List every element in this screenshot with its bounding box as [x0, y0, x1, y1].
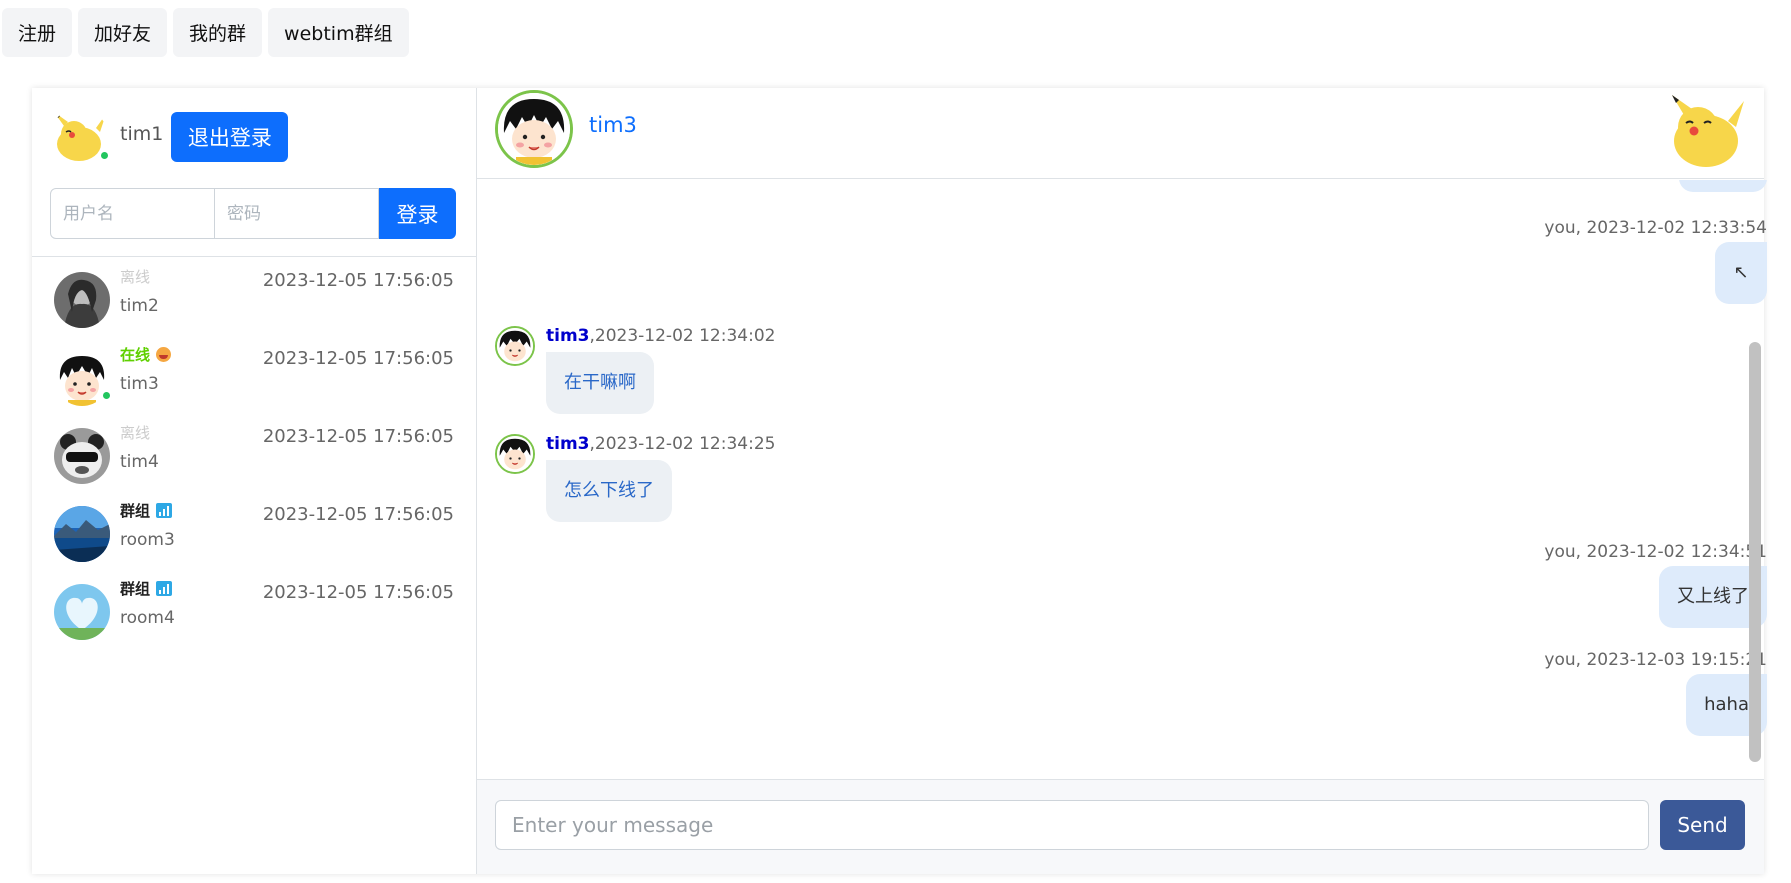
status-label: 在线	[120, 346, 151, 364]
status-label: 群组	[120, 502, 151, 520]
login-form: 登录	[50, 188, 456, 239]
pikachu-avatar-icon	[1672, 95, 1744, 167]
contact-avatar	[54, 350, 112, 406]
sender-avatar	[495, 434, 535, 474]
contacts-panel: tim1 退出登录 登录 离线 tim2	[32, 88, 477, 874]
contact-time: 2023-12-05 17:56:05	[262, 426, 454, 447]
chat-header: tim3	[477, 88, 1764, 179]
divider	[32, 256, 476, 257]
message-meta: you, 2023-12-02 12:33:54	[1544, 218, 1767, 238]
signal-bars-icon	[156, 503, 173, 518]
girl-avatar-icon	[54, 272, 110, 328]
online-status-dot	[99, 150, 110, 161]
message-time: ,2023-12-02 12:34:25	[589, 434, 776, 454]
maruko-avatar-icon	[497, 328, 533, 364]
message-input[interactable]	[495, 800, 1649, 850]
status-label: 群组	[120, 580, 151, 598]
contact-name: room4	[120, 608, 175, 628]
password-input[interactable]	[215, 188, 379, 239]
contact-name: tim3	[120, 374, 159, 394]
maruko-avatar-icon	[497, 436, 533, 472]
message-meta: you, 2023-12-02 12:34:51	[1544, 542, 1767, 562]
nav-register-button[interactable]: 注册	[2, 8, 73, 57]
message-bubble: 在干嘛啊	[546, 352, 654, 414]
username-input[interactable]	[50, 188, 215, 239]
contact-avatar	[54, 584, 110, 640]
lake-avatar-icon	[54, 506, 110, 562]
smiley-emoji-icon	[156, 347, 172, 362]
message-outgoing: you, 2023-12-02 12:34:51 又上线了	[1544, 542, 1767, 628]
current-username: tim1	[120, 123, 164, 145]
send-button[interactable]: Send	[1660, 800, 1745, 850]
signal-bars-icon	[156, 581, 173, 596]
contact-time: 2023-12-05 17:56:05	[262, 582, 454, 603]
contact-status: 离线	[120, 266, 150, 287]
top-nav: 注册 加好友 我的群 webtim群组	[2, 8, 409, 57]
nav-webtim-groups-button[interactable]: webtim群组	[268, 8, 409, 57]
sender-name[interactable]: tim3	[546, 434, 590, 454]
message-bubble: ↖	[1715, 242, 1767, 304]
contact-item[interactable]: 离线 tim2 2023-12-05 17:56:05	[32, 266, 476, 344]
contact-status: 离线	[120, 422, 150, 443]
message-meta: tim3,2023-12-02 12:34:25	[546, 434, 775, 454]
logout-button[interactable]: 退出登录	[171, 112, 289, 162]
nav-my-groups-button[interactable]: 我的群	[173, 8, 263, 57]
contact-time: 2023-12-05 17:56:05	[262, 270, 454, 291]
chat-app: tim1 退出登录 登录 离线 tim2	[32, 88, 1767, 874]
contact-avatar	[54, 428, 110, 484]
status-label: 离线	[120, 268, 151, 286]
heart-sky-avatar-icon	[54, 584, 110, 640]
status-label: 离线	[120, 424, 151, 442]
message-outgoing: you, 2023-12-02 12:33:54 ↖	[1544, 218, 1767, 304]
contact-item[interactable]: 在线 tim3 2023-12-05 17:56:05	[32, 344, 476, 422]
peer-avatar	[495, 90, 573, 168]
contact-status: 群组	[120, 500, 173, 521]
message-scrollbar[interactable]	[1749, 342, 1761, 762]
contact-name: tim4	[120, 452, 159, 472]
contact-status: 群组	[120, 578, 173, 599]
contact-time: 2023-12-05 17:56:05	[262, 348, 454, 369]
contact-name: tim2	[120, 296, 159, 316]
contact-item[interactable]: 群组 room4 2023-12-05 17:56:05	[32, 578, 476, 656]
message-meta: you, 2023-12-03 19:15:21	[1544, 650, 1767, 670]
message-bubble-partial	[1679, 180, 1767, 192]
maruko-avatar-icon	[498, 93, 570, 165]
contact-item[interactable]: 离线 tim4 2023-12-05 17:56:05	[32, 422, 476, 500]
message-bubble: 怎么下线了	[546, 460, 672, 522]
sender-avatar	[495, 326, 535, 366]
panda-avatar-icon	[54, 428, 110, 484]
contact-list: 离线 tim2 2023-12-05 17:56:05 在线 tim3 2023…	[32, 266, 476, 656]
message-meta: tim3,2023-12-02 12:34:02	[546, 326, 775, 346]
login-button[interactable]: 登录	[379, 188, 456, 239]
contact-item[interactable]: 群组 room3 2023-12-05 17:56:05	[32, 500, 476, 578]
contact-avatar	[54, 272, 110, 328]
contact-status: 在线	[120, 344, 172, 365]
sender-name[interactable]: tim3	[546, 326, 590, 346]
peer-name[interactable]: tim3	[589, 113, 637, 137]
message-composer: Send	[477, 779, 1764, 874]
online-status-dot	[101, 390, 112, 401]
message-list[interactable]: you, 2023-12-02 12:33:54 ↖ tim3,2023-12-…	[477, 180, 1791, 779]
contact-time: 2023-12-05 17:56:05	[262, 504, 454, 525]
message-outgoing: you, 2023-12-03 19:15:21 haha	[1544, 650, 1767, 736]
contact-avatar	[54, 506, 110, 562]
chat-panel: tim3 you, 2023-12-02 12:33:54 ↖ tim3,202…	[477, 88, 1767, 874]
contact-name: room3	[120, 530, 175, 550]
current-user: tim1 退出登录	[50, 108, 289, 166]
my-avatar	[50, 108, 110, 166]
nav-add-friend-button[interactable]: 加好友	[78, 8, 168, 57]
message-time: ,2023-12-02 12:34:02	[589, 326, 776, 346]
